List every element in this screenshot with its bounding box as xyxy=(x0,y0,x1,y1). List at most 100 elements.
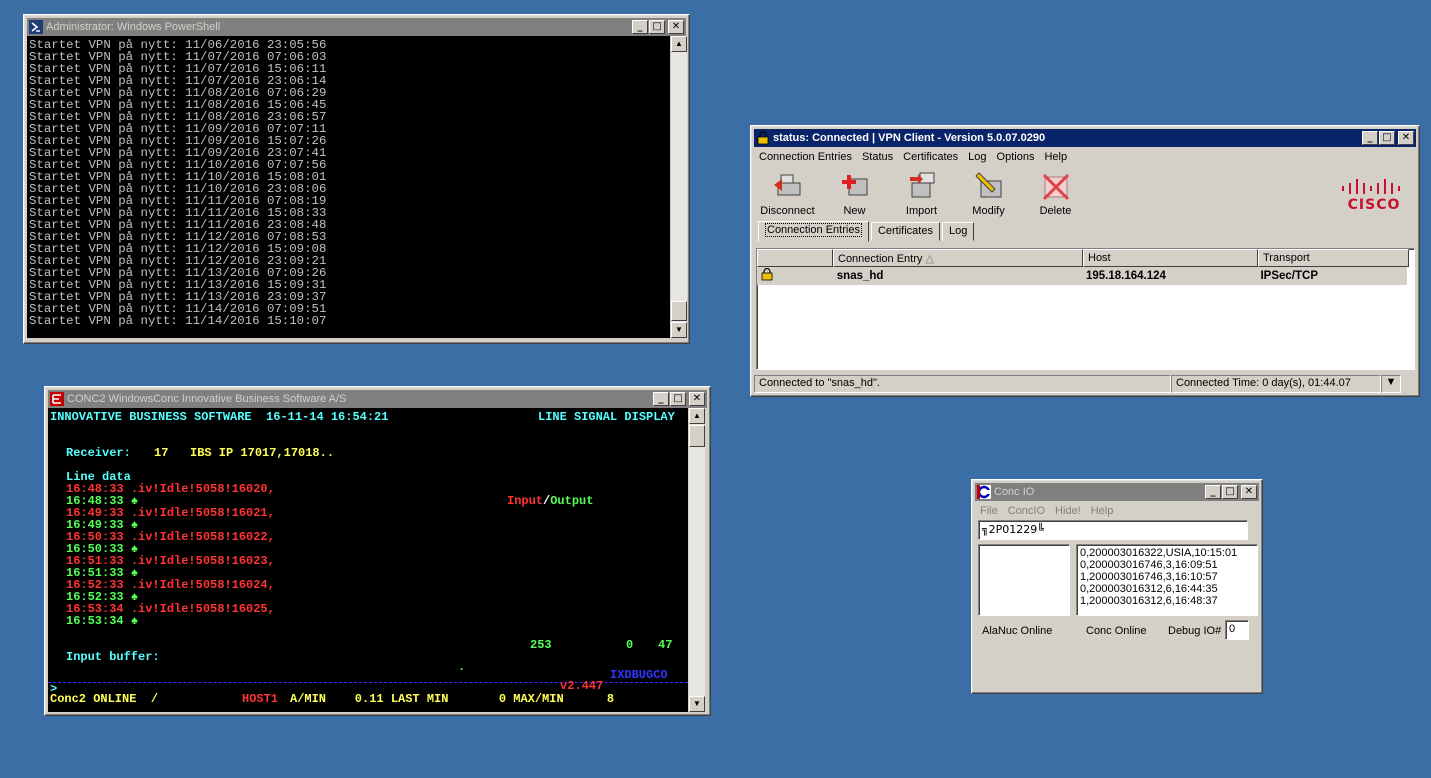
menu-hide[interactable]: Hide! xyxy=(1050,505,1086,517)
menu-concio[interactable]: ConcIO xyxy=(1003,505,1050,517)
conc2-window[interactable]: CONC2 WindowsConc Innovative Business So… xyxy=(44,386,711,716)
col-icon[interactable] xyxy=(757,249,833,267)
maximize-button[interactable]: □ xyxy=(1222,485,1238,499)
concio-input[interactable]: ╗2P01229╚ xyxy=(978,520,1248,540)
table-row[interactable]: snas_hd 195.18.164.124 IPSec/TCP xyxy=(757,267,1407,285)
maximize-button[interactable]: □ xyxy=(649,20,665,34)
debug-io-field[interactable]: 0 xyxy=(1225,620,1249,640)
status-host: HOST1 xyxy=(242,692,279,706)
scroll-thumb[interactable] xyxy=(689,425,705,447)
conc-io-window[interactable]: Conc IO _ □ ✕ File ConcIO Hide! Help ╗2P… xyxy=(971,479,1263,694)
status-connected-time: Connected Time: 0 day(s), 01:44.07 xyxy=(1171,375,1381,393)
conc2-scrollbar[interactable]: ▲ ▼ xyxy=(689,408,705,712)
powershell-icon xyxy=(29,20,43,34)
import-icon xyxy=(906,171,938,204)
new-button[interactable]: New xyxy=(821,171,888,219)
concio-menubar: File ConcIO Hide! Help xyxy=(975,501,1259,521)
menu-options[interactable]: Options xyxy=(992,151,1040,163)
tab-certificates[interactable]: Certificates xyxy=(870,222,940,241)
status-amin: A/MIN 0.11 LAST MIN 0 MAX/MIN 8 xyxy=(290,692,615,706)
status-connected-to: Connected to "snas_hd". xyxy=(754,375,1171,393)
col-transport[interactable]: Transport xyxy=(1258,249,1409,267)
menu-help[interactable]: Help xyxy=(1086,505,1119,517)
concio-title: Conc IO xyxy=(994,486,1035,498)
powershell-titlebar[interactable]: Administrator: Windows PowerShell _ □ ✕ xyxy=(27,18,686,36)
minimize-button[interactable]: _ xyxy=(632,20,648,34)
menu-certificates[interactable]: Certificates xyxy=(898,151,963,163)
minimize-button[interactable]: _ xyxy=(1205,485,1221,499)
vpn-menubar: Connection Entries Status Certificates L… xyxy=(754,147,1416,167)
scroll-up-button[interactable]: ▲ xyxy=(671,36,687,52)
counter-1: 253 xyxy=(530,638,552,652)
conc2-titlebar[interactable]: CONC2 WindowsConc Innovative Business So… xyxy=(48,390,707,408)
list-item[interactable]: 1,200003016746,3,16:10:57 xyxy=(1080,571,1254,583)
row-host: 195.18.164.124 xyxy=(1086,270,1166,282)
close-button[interactable]: ✕ xyxy=(1398,131,1414,145)
import-button[interactable]: Import xyxy=(888,171,955,219)
powershell-scrollbar[interactable]: ▲ ▼ xyxy=(671,36,687,338)
disconnect-button[interactable]: Disconnect xyxy=(754,171,821,219)
concio-left-list[interactable] xyxy=(978,544,1070,616)
list-item[interactable]: 0,200003016322,USIA,10:15:01 xyxy=(1080,547,1254,559)
scroll-up-button[interactable]: ▲ xyxy=(689,408,705,424)
minimize-button[interactable]: _ xyxy=(1362,131,1378,145)
scroll-down-button[interactable]: ▼ xyxy=(689,696,705,712)
maximize-button[interactable]: □ xyxy=(1379,131,1395,145)
concio-message-list[interactable]: 0,200003016322,USIA,10:15:01 0,2000030167… xyxy=(1076,544,1258,616)
close-button[interactable]: ✕ xyxy=(1241,485,1257,499)
conc2-screen[interactable]: INNOVATIVE BUSINESS SOFTWARE 16-11-14 16… xyxy=(48,408,688,712)
col-host[interactable]: Host xyxy=(1083,249,1258,267)
line-data-row: 16:53:34 ♠ xyxy=(66,614,139,628)
menu-status[interactable]: Status xyxy=(857,151,898,163)
console-line: Startet VPN på nytt: 11/14/2016 15:10:07 xyxy=(29,314,327,328)
row-transport: IPSec/TCP xyxy=(1260,270,1318,282)
scroll-down-button[interactable]: ▼ xyxy=(671,322,687,338)
col-connection-entry[interactable]: Connection Entry △ xyxy=(833,249,1083,267)
status-dropdown-icon[interactable]: ▼ xyxy=(1381,375,1401,393)
menu-connection-entries[interactable]: Connection Entries xyxy=(754,151,857,163)
connection-list[interactable]: Connection Entry △ Host Transport snas_h… xyxy=(756,248,1415,370)
list-item[interactable]: 0,200003016746,3,16:09:51 xyxy=(1080,559,1254,571)
delete-label: Delete xyxy=(1039,205,1072,217)
menu-help[interactable]: Help xyxy=(1039,151,1072,163)
new-icon xyxy=(839,171,871,204)
disconnect-label: Disconnect xyxy=(760,205,815,217)
vpn-client-window[interactable]: status: Connected | VPN Client - Version… xyxy=(750,125,1420,397)
powershell-window[interactable]: Administrator: Windows PowerShell _ □ ✕ … xyxy=(23,14,690,344)
counter-2: 0 xyxy=(626,638,634,652)
receiver-value: 17 IBS IP 17017,17018.. xyxy=(154,446,335,460)
conc2-title: CONC2 WindowsConc Innovative Business So… xyxy=(67,393,347,405)
debug-io-label: Debug IO# xyxy=(1168,625,1222,637)
menu-file[interactable]: File xyxy=(975,505,1003,517)
delete-button[interactable]: Delete xyxy=(1022,171,1089,219)
modify-button[interactable]: Modify xyxy=(955,171,1022,219)
tab-connection-entries[interactable]: Connection Entries xyxy=(758,221,869,242)
ixdbugco-label: IXDBUGCO xyxy=(610,668,668,682)
menu-log[interactable]: Log xyxy=(963,151,991,163)
conc-online-status: Conc Online xyxy=(1086,625,1147,637)
status-online: Conc2 ONLINE / xyxy=(50,692,159,706)
io-legend: Input/Output xyxy=(507,494,594,508)
header-left: INNOVATIVE BUSINESS SOFTWARE 16-11-14 16… xyxy=(50,410,389,424)
tab-log[interactable]: Log xyxy=(941,222,975,241)
header-right: LINE SIGNAL DISPLAY xyxy=(538,410,675,424)
scroll-thumb[interactable] xyxy=(671,301,687,321)
conc2-app-icon xyxy=(50,392,64,406)
vpn-lock-icon xyxy=(756,131,770,145)
powershell-console[interactable]: Startet VPN på nytt: 11/06/2016 23:05:56… xyxy=(27,36,670,338)
maximize-button[interactable]: □ xyxy=(670,392,686,406)
powershell-title: Administrator: Windows PowerShell xyxy=(46,21,221,33)
close-button[interactable]: ✕ xyxy=(668,20,684,34)
concio-titlebar[interactable]: Conc IO _ □ ✕ xyxy=(975,483,1259,501)
modify-icon xyxy=(973,171,1005,204)
list-header: Connection Entry △ Host Transport xyxy=(757,249,1414,267)
vpn-titlebar[interactable]: status: Connected | VPN Client - Version… xyxy=(754,129,1416,147)
list-item[interactable]: 0,200003016312,6,16:44:35 xyxy=(1080,583,1254,595)
minimize-button[interactable]: _ xyxy=(653,392,669,406)
buffer-dot: . xyxy=(458,660,466,674)
list-item[interactable]: 1,200003016312,6,16:48:37 xyxy=(1080,595,1254,607)
close-button[interactable]: ✕ xyxy=(689,392,705,406)
modify-label: Modify xyxy=(972,205,1005,217)
row-entry: snas_hd xyxy=(836,270,884,282)
alanuc-status: AlaNuc Online xyxy=(982,625,1053,637)
